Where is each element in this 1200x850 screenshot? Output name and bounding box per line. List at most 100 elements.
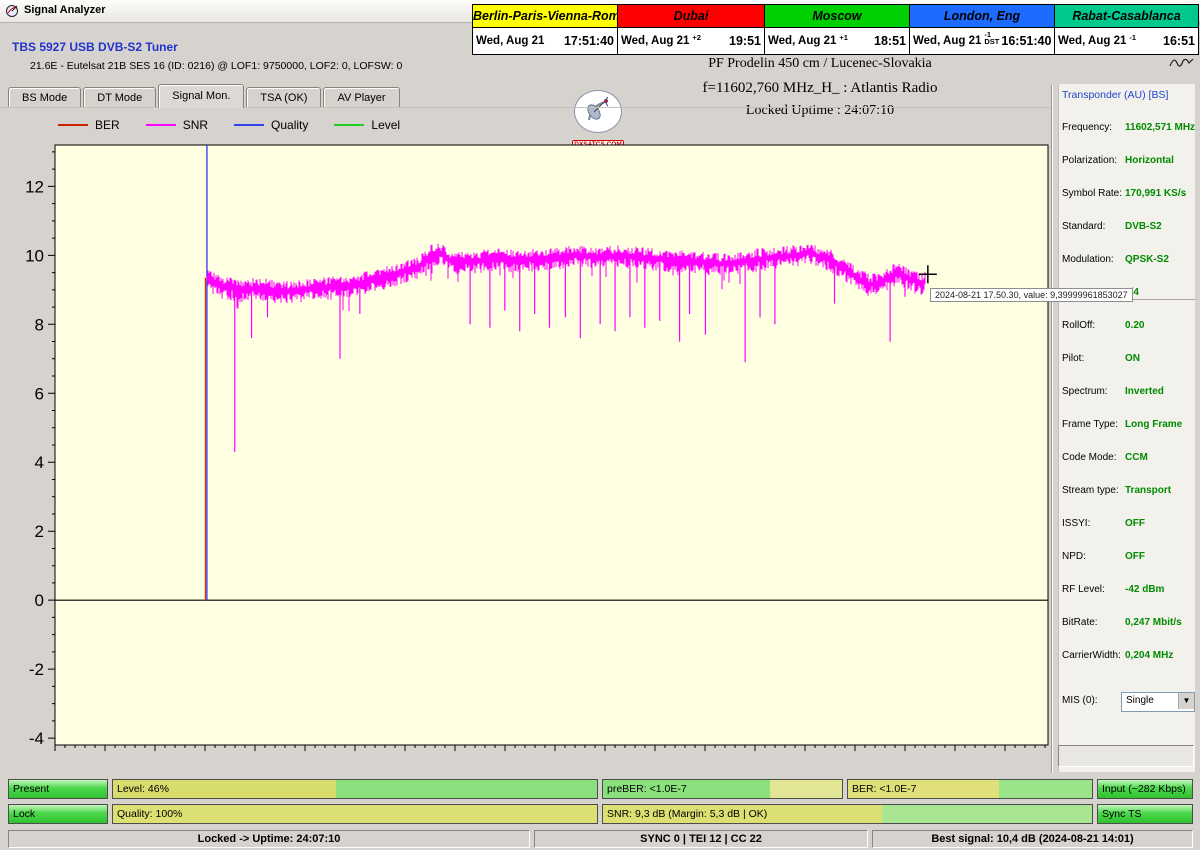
field-value: QPSK-S2 <box>1125 254 1169 265</box>
field-value: -42 dBm <box>1125 584 1164 595</box>
clock-time-row: Wed, Aug 21+118:51 <box>765 28 909 54</box>
mis-row: MIS (0): Single ▼ <box>1059 692 1195 712</box>
status-label: Input (~282 Kbps) <box>1102 780 1186 798</box>
field-value: CCM <box>1125 452 1148 463</box>
window-title: Signal Analyzer <box>24 4 106 16</box>
mis-dropdown-value: Single <box>1126 695 1154 706</box>
clock-city: Rabat-Casablanca <box>1055 5 1198 28</box>
clock-date: Wed, Aug 21 <box>913 35 981 47</box>
legend-label: Quality <box>271 118 308 132</box>
transponder-field-row: ISSYI: OFF <box>1059 518 1195 532</box>
field-label: Symbol Rate: <box>1062 188 1122 199</box>
field-label: Stream type: <box>1062 485 1119 496</box>
chart-plot-area[interactable] <box>55 145 1048 745</box>
status-label: Quality: 100% <box>117 805 182 823</box>
bar-segment <box>770 780 842 798</box>
frequency-channel-label: f=11602,760 MHz_H_ : Atlantis Radio <box>560 80 1080 97</box>
tab-signal-mon-[interactable]: Signal Mon. <box>158 84 244 108</box>
transponder-field-row: Stream type: Transport <box>1059 485 1195 499</box>
tab-tsa-ok-[interactable]: TSA (OK) <box>246 87 321 108</box>
field-label: Code Mode: <box>1062 452 1116 463</box>
clock-date: Wed, Aug 21 <box>1058 35 1126 47</box>
transponder-field-row: Frame Type:Long Frame <box>1059 419 1195 433</box>
transponder-field-row: BitRate:0,247 Mbit/s <box>1059 617 1195 631</box>
status-bar-level: Level: 46% <box>112 779 598 799</box>
dxsatcs-logo-icon <box>574 90 622 133</box>
signature-icon <box>1168 54 1194 75</box>
field-label: Polarization: <box>1062 155 1117 166</box>
clock-offset: -1 <box>1129 34 1136 42</box>
clock-time: 19:51 <box>729 34 761 48</box>
panel-spacer-box <box>1058 745 1194 767</box>
mis-dropdown[interactable]: Single ▼ <box>1121 692 1195 712</box>
clock-city: Moscow <box>765 5 909 28</box>
dish-location-label: PF Prodelin 450 cm / Lucenec-Slovakia <box>560 56 1080 72</box>
legend-swatch <box>58 124 88 126</box>
chevron-down-icon[interactable]: ▼ <box>1178 693 1194 709</box>
field-label: Modulation: <box>1062 254 1114 265</box>
field-value: Inverted <box>1125 386 1164 397</box>
clock-city: Dubai <box>618 5 764 28</box>
signal-chart[interactable]: -4-2024681012 <box>0 140 1056 770</box>
statusbar-sync-counters: SYNC 0 | TEI 12 | CC 22 <box>534 830 868 848</box>
y-axis-label: 2 <box>35 522 44 541</box>
transponder-field-row: Polarization: Horizontal <box>1059 155 1195 169</box>
field-value: 11602,571 MHz <box>1125 122 1195 133</box>
field-value: 0.20 <box>1125 320 1144 331</box>
transponder-field-row: NPD:OFF <box>1059 551 1195 565</box>
bar-segments <box>113 805 597 823</box>
status-label: preBER: <1.0E-7 <box>607 780 687 798</box>
tuner-name-link[interactable]: TBS 5927 USB DVB-S2 Tuner <box>12 40 178 54</box>
clock-time: 18:51 <box>874 34 906 48</box>
clock-date: Wed, Aug 21 <box>768 35 836 47</box>
legend-label: Level <box>371 118 400 132</box>
field-value: 0,247 Mbit/s <box>1125 617 1182 628</box>
field-value: Transport <box>1125 485 1171 496</box>
locked-uptime-label: Locked Uptime : 24:07:10 <box>560 103 1080 119</box>
clock-offset: +2 <box>692 34 701 42</box>
transponder-field-row: Standard:DVB-S2 <box>1059 221 1195 235</box>
legend-item-snr: SNR <box>146 118 208 132</box>
bar-segment <box>882 805 1092 823</box>
transponder-field-row: Spectrum:Inverted <box>1059 386 1195 400</box>
bar-segments <box>113 780 597 798</box>
transponder-field-row: RollOff:0.20 <box>1059 320 1195 334</box>
field-value: OFF <box>1125 518 1145 529</box>
y-axis-label: 10 <box>25 246 44 265</box>
field-value: Horizontal <box>1125 155 1174 166</box>
status-indicator-sync: Sync TS <box>1097 804 1193 824</box>
field-label: Frequency: <box>1062 122 1112 133</box>
legend-swatch <box>334 124 364 126</box>
clock-time-row: Wed, Aug 21 17:51:40 <box>473 28 617 54</box>
bar-segment <box>999 780 1092 798</box>
transponder-field-row: Modulation: QPSK-S2 <box>1059 254 1195 268</box>
legend-label: BER <box>95 118 120 132</box>
status-bar-preber: preBER: <1.0E-7 <box>602 779 843 799</box>
status-row-1: PresentLevel: 46%preBER: <1.0E-7BER: <1.… <box>0 779 1200 799</box>
y-axis-label: -2 <box>29 660 44 679</box>
transponder-panel: Transponder (AU) [BS] Frequency:11602,57… <box>1058 84 1195 772</box>
legend-item-ber: BER <box>58 118 120 132</box>
clock-date: Wed, Aug 21 <box>476 35 544 47</box>
bar-segment <box>113 805 597 823</box>
y-axis-label: 0 <box>35 591 44 610</box>
transponder-field-row: Symbol Rate:170,991 KS/s <box>1059 188 1195 202</box>
field-value: 0,204 MHz <box>1125 650 1173 661</box>
tab-dt-mode[interactable]: DT Mode <box>83 87 156 108</box>
app-icon <box>5 3 20 23</box>
clock-panel: Berlin-Paris-Vienna-RomaWed, Aug 2117:51… <box>473 5 617 54</box>
mode-tabs: BS ModeDT ModeSignal Mon.TSA (OK)AV Play… <box>8 86 402 108</box>
world-clocks: Berlin-Paris-Vienna-RomaWed, Aug 2117:51… <box>472 4 1199 55</box>
transponder-field-row: Code Mode: CCM <box>1059 452 1195 466</box>
field-label: Pilot: <box>1062 353 1084 364</box>
field-label: ISSYI: <box>1062 518 1090 529</box>
tab-bs-mode[interactable]: BS Mode <box>8 87 81 108</box>
status-label: Lock <box>13 805 35 823</box>
status-bar: Locked -> Uptime: 24:07:10 SYNC 0 | TEI … <box>0 830 1200 850</box>
tab-av-player[interactable]: AV Player <box>323 87 399 108</box>
mis-label: MIS (0): <box>1062 695 1098 706</box>
bar-segment <box>336 780 597 798</box>
legend-item-level: Level <box>334 118 400 132</box>
clock-time: 17:51:40 <box>564 34 614 48</box>
clock-panel: London, EngWed, Aug 21-1DST16:51:40 <box>909 5 1054 54</box>
